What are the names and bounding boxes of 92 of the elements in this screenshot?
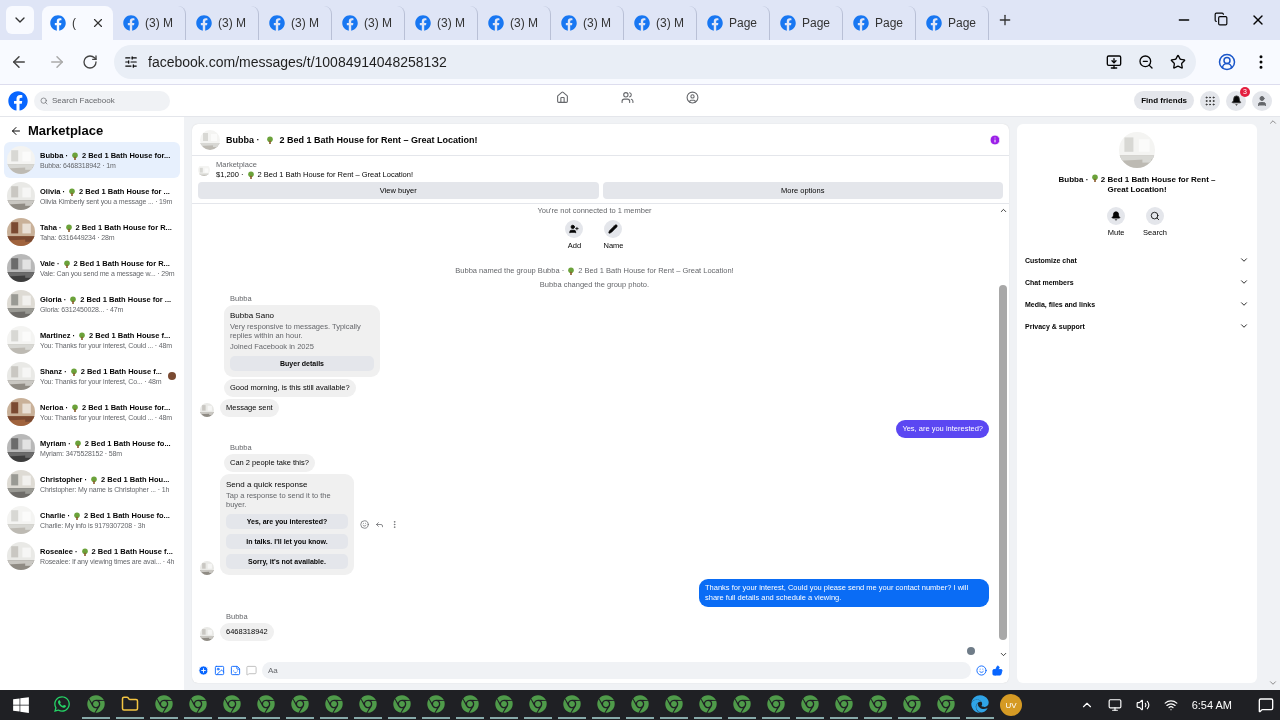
tree-icon — [68, 187, 76, 196]
facebook-icon — [707, 15, 723, 31]
search-button[interactable] — [1146, 207, 1164, 225]
more-icon[interactable] — [390, 520, 399, 529]
tree-icon — [78, 331, 86, 340]
facebook-icon — [780, 15, 796, 31]
reply-icon[interactable] — [375, 520, 384, 529]
scroll-down-icon[interactable] — [998, 650, 1008, 659]
friends-icon[interactable] — [621, 91, 634, 104]
user-icon — [1256, 94, 1268, 107]
facebook-icon — [342, 15, 358, 31]
profile-icon[interactable] — [1218, 53, 1236, 71]
sidebar-title: Marketplace — [28, 123, 104, 138]
tree-icon — [73, 439, 82, 448]
display-icon[interactable] — [1107, 698, 1122, 712]
seen-avatar-icon — [967, 647, 975, 655]
browser-tab[interactable]: ( — [42, 6, 113, 40]
zoom-icon[interactable] — [1138, 54, 1154, 70]
wifi-icon[interactable] — [1163, 698, 1178, 712]
tree-icon — [80, 547, 89, 556]
scroll-up-icon[interactable] — [998, 206, 1008, 215]
info-icon[interactable] — [989, 133, 1001, 146]
facebook-icon — [634, 15, 650, 31]
bookmark-icon[interactable] — [1170, 54, 1186, 70]
site-settings-icon[interactable] — [124, 55, 138, 69]
tree-icon — [90, 475, 99, 484]
close-icon[interactable] — [91, 16, 105, 30]
back-icon[interactable] — [10, 53, 28, 71]
profile-name: Bubba Sano — [230, 311, 276, 320]
notifications-icon[interactable] — [1258, 697, 1274, 713]
scrollbar-thumb[interactable] — [999, 285, 1007, 640]
start-icon[interactable] — [12, 696, 30, 714]
add-icon — [569, 224, 580, 234]
facebook-icon — [561, 15, 577, 31]
volume-icon[interactable] — [1135, 698, 1150, 712]
tree-icon — [64, 223, 73, 232]
tree-icon — [69, 295, 78, 304]
tree-icon — [265, 135, 274, 144]
emoji-icon[interactable] — [976, 664, 987, 676]
menu-button[interactable] — [1200, 90, 1220, 111]
chat-name: Bubba · — [226, 134, 260, 145]
search-icon — [1150, 211, 1160, 221]
facebook-logo[interactable] — [8, 90, 28, 111]
find-friends-button[interactable]: Find friends — [1134, 91, 1194, 110]
pencil-button[interactable] — [604, 220, 623, 238]
home-icon[interactable] — [556, 91, 569, 104]
facebook-icon — [488, 15, 504, 31]
tree-icon — [73, 511, 81, 520]
tree-icon — [70, 403, 79, 412]
install-icon[interactable] — [1106, 54, 1122, 70]
tab-list-button[interactable] — [6, 6, 34, 34]
facebook-icon — [415, 15, 431, 31]
card-title: Send a quick response — [226, 480, 309, 489]
bell-icon — [1111, 211, 1122, 221]
react-icon[interactable] — [360, 520, 369, 529]
groups-icon[interactable] — [686, 91, 699, 104]
reload-icon[interactable] — [82, 54, 98, 70]
pencil-icon — [608, 224, 619, 234]
photo-icon[interactable] — [214, 664, 225, 676]
tree-icon — [70, 151, 79, 160]
tree-icon — [567, 266, 576, 275]
tree-icon — [246, 170, 255, 179]
plus-icon — [997, 12, 1013, 28]
chat-title: 2 Bed 1 Bath House for Rent – Great Location! — [279, 134, 478, 145]
sticker-icon[interactable] — [230, 664, 241, 676]
clock-time: 6:54 AM — [1191, 699, 1232, 711]
search-icon — [40, 96, 48, 105]
back-icon[interactable] — [10, 124, 22, 137]
restore-icon[interactable] — [1214, 12, 1228, 26]
facebook-icon — [853, 15, 869, 31]
search-field[interactable]: Search Facebook — [34, 90, 170, 111]
url-text: facebook.com/messages/t/10084914048258132 — [148, 54, 447, 70]
facebook-icon — [926, 15, 942, 31]
chat-title: 2 Bed 1 Bath House for Rent – Great Location! — [1100, 175, 1216, 194]
mute-button[interactable] — [1107, 207, 1126, 225]
add-button[interactable] — [565, 220, 584, 238]
facebook-icon — [269, 15, 285, 31]
like-icon[interactable] — [992, 664, 1003, 676]
address-bar[interactable]: facebook.com/messages/t/10084914048258132 — [114, 45, 1196, 79]
grid-icon — [1204, 94, 1216, 107]
chat-name: Bubba · — [1058, 175, 1089, 184]
facebook-icon — [123, 15, 139, 31]
bell-icon — [1230, 95, 1242, 106]
facebook-icon — [196, 15, 212, 31]
account-button[interactable] — [1252, 90, 1272, 111]
tree-icon — [69, 367, 78, 376]
search-placeholder: Search Facebook — [52, 96, 115, 105]
message-field[interactable]: Aa — [262, 661, 971, 679]
facebook-icon — [50, 15, 66, 31]
tree-icon — [62, 259, 71, 268]
add-icon[interactable] — [198, 664, 209, 676]
tree-icon — [1090, 174, 1099, 182]
